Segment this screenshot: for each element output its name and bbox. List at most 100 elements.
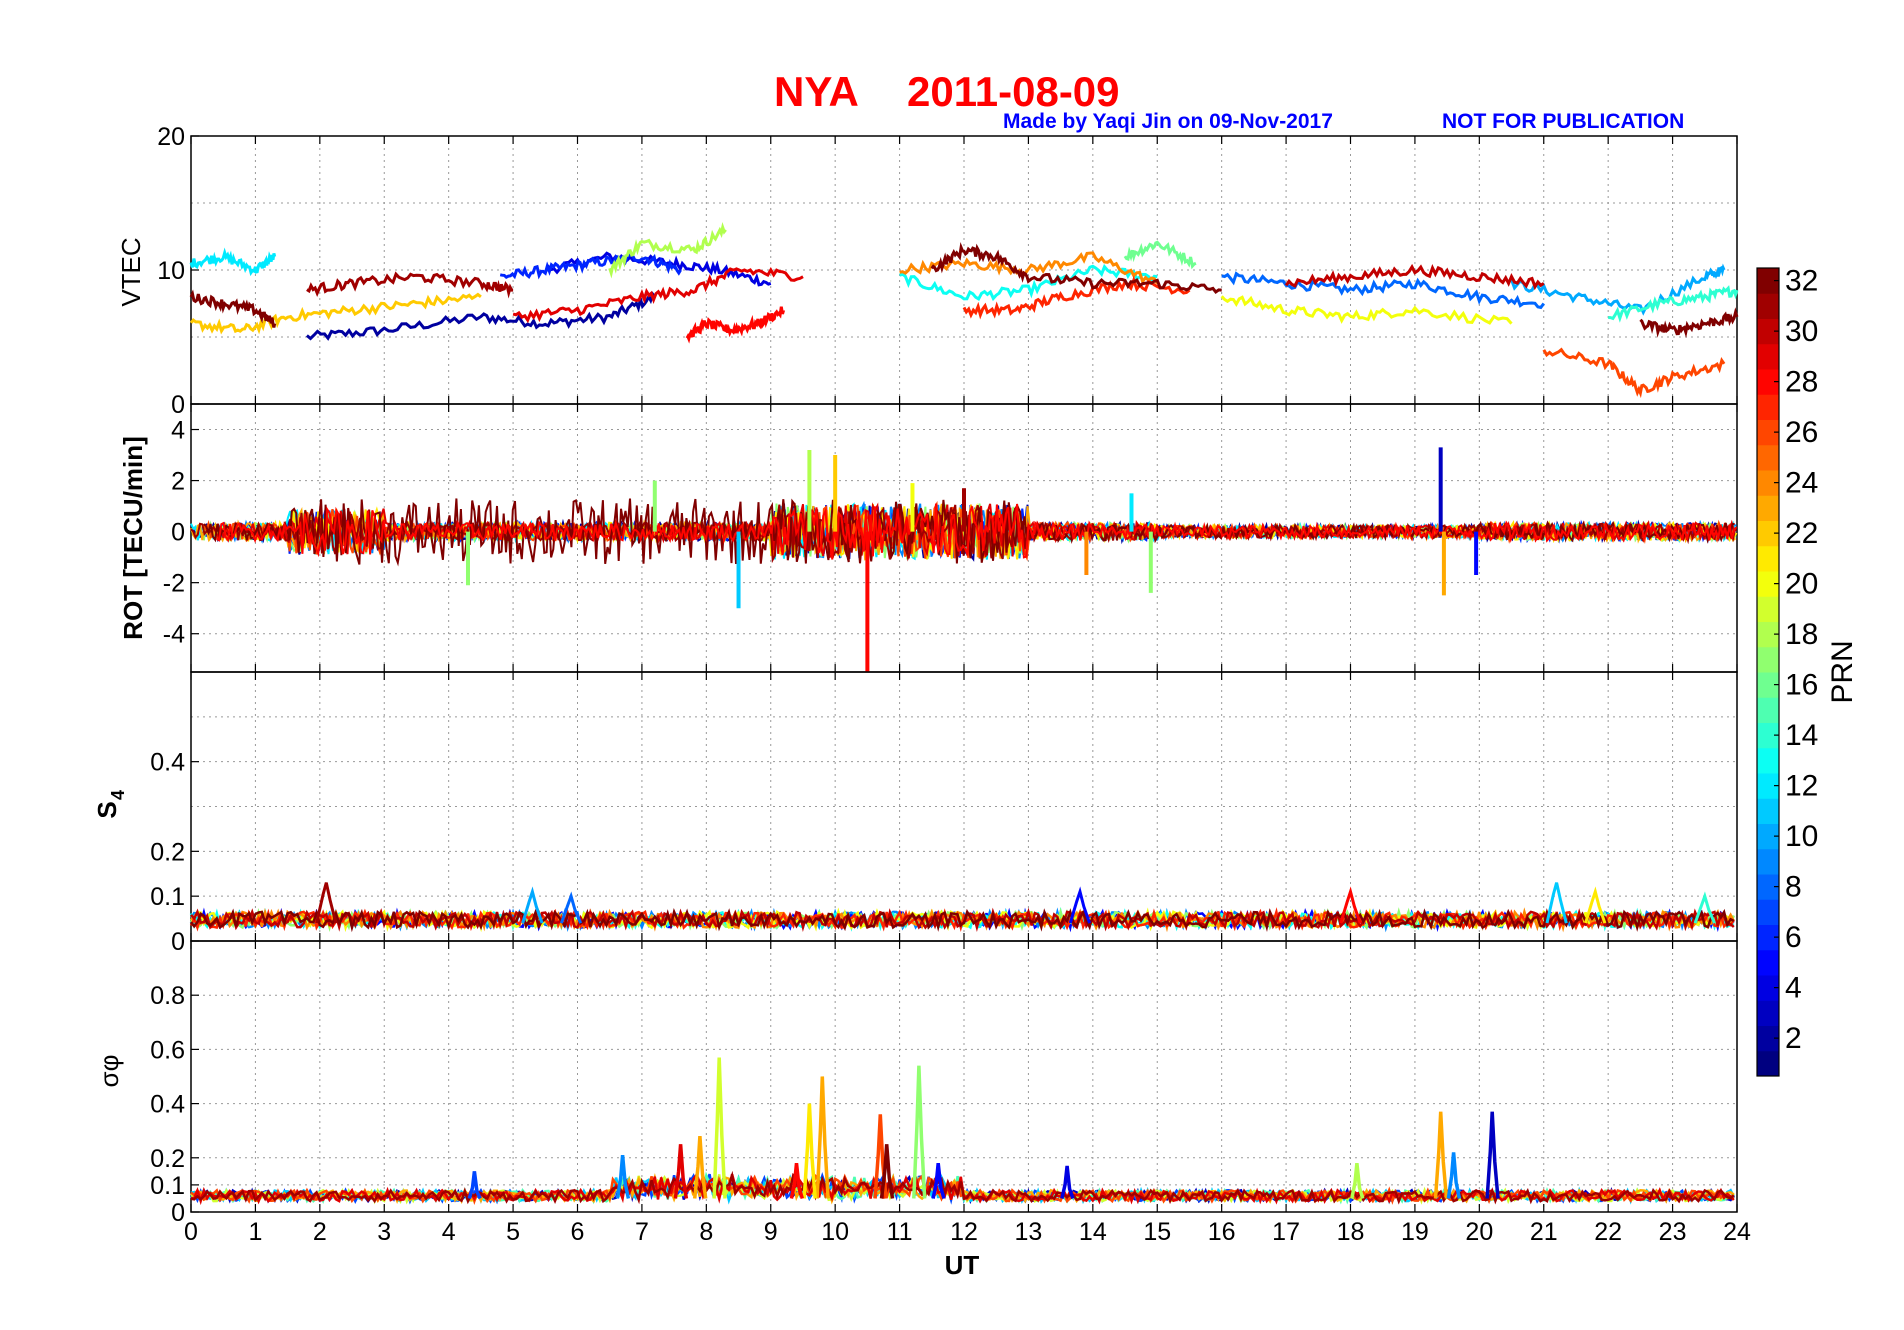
sigma-phi-panel: 00.10.20.40.60.80 1 2 3 4 5 6 7 8 9 10 11 12 13 14 15 16… bbox=[150, 940, 1751, 1246]
x-tick-label: 14 bbox=[1079, 1218, 1107, 1246]
x-tick-label: 11 bbox=[887, 1218, 913, 1246]
rot-ylabel: ROT [TECU/min] bbox=[118, 436, 148, 640]
y-tick-label: 0 bbox=[171, 928, 185, 956]
x-tick-label: 2 bbox=[313, 1218, 327, 1246]
colorbar-segment bbox=[1757, 444, 1779, 471]
s4-ylabel: S 4 bbox=[92, 790, 128, 819]
colorbar-segment bbox=[1757, 848, 1779, 875]
vtec-series-prn-2 bbox=[305, 291, 656, 341]
y-tick-label: 0.8 bbox=[150, 982, 185, 1010]
colorbar-label: PRN bbox=[1826, 640, 1859, 703]
colorbar-segment bbox=[1757, 949, 1779, 976]
axes-frame bbox=[190, 940, 1738, 1213]
colorbar-tick-label: 8 bbox=[1785, 871, 1802, 904]
credit-text: Made by Yaqi Jin on 09-Nov-2017 bbox=[1003, 110, 1333, 133]
colorbar-tick-label: 24 bbox=[1785, 467, 1818, 500]
colorbar-tick-label: 26 bbox=[1785, 416, 1818, 449]
vtec-series-prn-20 bbox=[1220, 295, 1513, 325]
y-tick-label: 0 bbox=[171, 391, 185, 419]
x-tick-label: 10 bbox=[821, 1218, 849, 1246]
x-tick-label: 7 bbox=[635, 1218, 649, 1246]
y-tick-label: 20 bbox=[157, 123, 185, 151]
colorbar-segment bbox=[1757, 545, 1779, 572]
colorbar-tick-label: 22 bbox=[1785, 517, 1818, 550]
colorbar-tick-label: 4 bbox=[1785, 972, 1802, 1005]
y-tick-label: 0.2 bbox=[150, 1145, 185, 1173]
colorbar-tick-label: 14 bbox=[1785, 719, 1818, 752]
x-tick-label: 18 bbox=[1337, 1218, 1365, 1246]
y-tick-label: 4 bbox=[171, 417, 185, 445]
y-tick-label: 0.1 bbox=[150, 1172, 185, 1200]
y-tick-label: 0.1 bbox=[150, 883, 185, 911]
colorbar-tick-label: 20 bbox=[1785, 568, 1818, 601]
colorbar-tick-label: 2 bbox=[1785, 1022, 1802, 1055]
colorbar-segment bbox=[1757, 747, 1779, 774]
x-tick-label: 3 bbox=[377, 1218, 391, 1246]
vtec-panel: 0 10 20 bbox=[157, 123, 1739, 419]
colorbar-segment bbox=[1757, 1000, 1779, 1026]
title-station: NYA bbox=[774, 68, 859, 115]
x-tick-label: 21 bbox=[1530, 1218, 1558, 1246]
vtec-series-prn-26 bbox=[1542, 347, 1726, 399]
colorbar-segment bbox=[1757, 899, 1779, 925]
sigma-peak bbox=[1060, 1165, 1075, 1200]
prn-colorbar: 2468101214161820222426283032 bbox=[1756, 265, 1818, 1077]
title-date: 2011-08-09 bbox=[907, 68, 1120, 115]
colorbar-tick-label: 12 bbox=[1785, 770, 1818, 803]
x-tick-label: 20 bbox=[1465, 1218, 1493, 1246]
vtec-series-prn-16 bbox=[1123, 240, 1197, 270]
x-tick-label: 19 bbox=[1401, 1218, 1429, 1246]
colorbar-segment bbox=[1757, 596, 1779, 622]
x-tick-label: 5 bbox=[506, 1218, 520, 1246]
y-tick-label: 0.2 bbox=[150, 838, 185, 866]
sigma-peak bbox=[1485, 1111, 1500, 1199]
svg-text:S: S bbox=[92, 801, 122, 818]
colorbar-segment bbox=[1757, 293, 1779, 319]
y-tick-label: 0 bbox=[171, 1199, 185, 1227]
x-tick-label: 13 bbox=[1015, 1218, 1043, 1246]
svg-text:4: 4 bbox=[108, 790, 128, 800]
x-tick-label: 9 bbox=[764, 1218, 778, 1246]
y-tick-label: 10 bbox=[157, 257, 185, 285]
x-tick-label: 16 bbox=[1208, 1218, 1236, 1246]
colorbar-segment bbox=[1757, 495, 1779, 521]
x-tick-label: 0 bbox=[184, 1218, 198, 1246]
vtec-series-prn-28 bbox=[685, 306, 786, 344]
vtec-series-prn-32 bbox=[1639, 307, 1739, 338]
colorbar-tick-label: 30 bbox=[1785, 315, 1818, 348]
colorbar-segment bbox=[1757, 798, 1779, 824]
colorbar-tick-label: 10 bbox=[1785, 820, 1818, 853]
vtec-series-prn-27 bbox=[962, 275, 1191, 320]
x-tick-label: 22 bbox=[1594, 1218, 1622, 1246]
x-tick-label: 1 bbox=[248, 1218, 262, 1246]
x-tick-label: 24 bbox=[1723, 1218, 1751, 1246]
y-tick-label: 2 bbox=[171, 468, 185, 496]
y-tick-label: 0.4 bbox=[150, 749, 185, 777]
x-tick-label: 4 bbox=[442, 1218, 456, 1246]
x-tick-label: 17 bbox=[1272, 1218, 1300, 1246]
y-tick-label: -4 bbox=[163, 621, 185, 649]
x-tick-label: 23 bbox=[1659, 1218, 1687, 1246]
colorbar-tick-label: 6 bbox=[1785, 921, 1802, 954]
vtec-ylabel: VTEC bbox=[116, 237, 146, 306]
y-tick-label: 0 bbox=[171, 519, 185, 547]
vtec-series-prn-22 bbox=[189, 292, 482, 335]
x-tick-label: 8 bbox=[699, 1218, 713, 1246]
x-tick-label: 12 bbox=[950, 1218, 978, 1246]
sigma-peak bbox=[1433, 1111, 1449, 1199]
vtec-series-prn-32 bbox=[189, 289, 277, 328]
colorbar-segment bbox=[1757, 1050, 1779, 1077]
colorbar-segment bbox=[1757, 646, 1779, 673]
y-tick-label: -2 bbox=[163, 570, 185, 598]
y-tick-label: 0.4 bbox=[150, 1091, 185, 1119]
y-tick-label: 0.6 bbox=[150, 1036, 185, 1064]
colorbar-tick-label: 18 bbox=[1785, 618, 1818, 651]
notice-text: NOT FOR PUBLICATION bbox=[1442, 110, 1684, 133]
rot-panel: 4 2 0 -2 -4 bbox=[163, 403, 1738, 673]
colorbar-segment bbox=[1757, 697, 1779, 723]
colorbar-tick-label: 32 bbox=[1785, 265, 1818, 298]
x-tick-label: 6 bbox=[571, 1218, 585, 1246]
vtec-series-prn-29 bbox=[512, 266, 804, 324]
colorbar-segment bbox=[1757, 394, 1779, 420]
figure: NYA 2011-08-09 Made by Yaqi Jin on 09-No… bbox=[92, 68, 1859, 1280]
